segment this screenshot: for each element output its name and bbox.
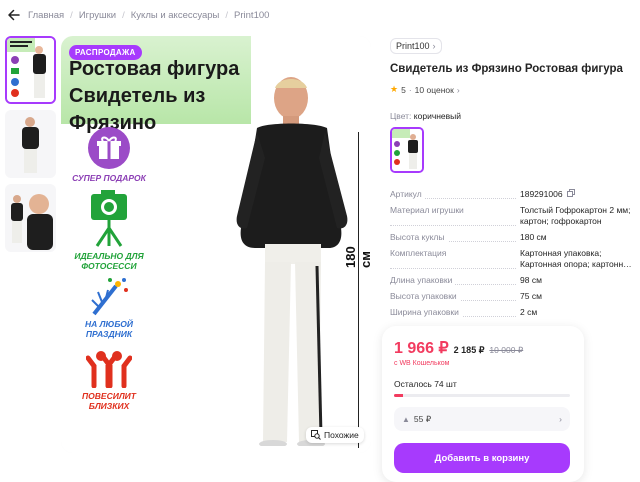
- similar-label: Похожие: [324, 430, 359, 440]
- breadcrumb-separator: /: [122, 9, 125, 21]
- spec-value: 180 см: [520, 232, 547, 243]
- breadcrumb-dolls[interactable]: Куклы и аксессуары: [131, 10, 220, 21]
- thumbnail-list: [5, 36, 57, 258]
- spec-name: Длина упаковки: [390, 275, 520, 286]
- feature-label: ИДЕАЛЬНО ДЛЯ ФОТОСЕССИ: [74, 251, 144, 271]
- stock-bar: [394, 394, 570, 397]
- spec-row-pack-height: Высота упаковки 75 см: [390, 291, 636, 302]
- dots: [390, 268, 516, 270]
- breadcrumb-separator: /: [225, 9, 229, 21]
- spec-name: Материал игрушки: [390, 205, 520, 227]
- chevron-right-icon: ›: [559, 414, 562, 424]
- product-figure-image: [236, 77, 348, 446]
- promo-title-line: Свидетель из: [69, 85, 206, 107]
- people-icon: [86, 351, 132, 388]
- color-value: коричневый: [413, 111, 462, 121]
- height-label: 180 см: [343, 246, 371, 268]
- spec-row-pack-length: Длина упаковки 98 см: [390, 275, 636, 286]
- stock-left: Осталось 74 шт: [394, 379, 457, 389]
- feature-label: НА ЛЮБОЙ ПРАЗДНИК: [85, 319, 133, 339]
- color-label-text: Цвет:: [390, 111, 412, 121]
- chevron-right-icon: ›: [432, 41, 436, 51]
- spec-value: Толстый Гофрокартон 2 мм; картон; гофрок…: [520, 205, 631, 227]
- promo-title-line: Ростовая фигура: [69, 58, 240, 80]
- rating-value: 5: [401, 84, 406, 95]
- feature-gift: СУПЕР ПОДАРОК: [67, 126, 151, 183]
- color-swatch-brown[interactable]: [390, 127, 424, 173]
- chevron-right-icon: ›: [456, 84, 460, 95]
- gift-icon: [88, 127, 130, 169]
- breadcrumb-separator: /: [70, 9, 73, 21]
- spec-name-text: Материал игрушки: [390, 205, 467, 216]
- star-icon: ★: [390, 84, 399, 94]
- sale-badge: РАСПРОДАЖА: [69, 45, 142, 60]
- spec-row-article: Артикул 189291006: [390, 189, 636, 200]
- spec-value: 2 см: [520, 307, 538, 318]
- spec-name-text: Артикул: [390, 189, 425, 199]
- spec-name-text: Высота упаковки: [390, 291, 460, 302]
- price-row: 1 966 ₽ 2 185 ₽ 10 000 ₽: [394, 338, 572, 358]
- feature-label: СУПЕР ПОДАРОК: [72, 173, 146, 183]
- add-to-cart-button[interactable]: Добавить в корзину: [394, 443, 570, 473]
- brand-name: Print100: [396, 41, 430, 51]
- thumbnail-1[interactable]: [5, 36, 56, 104]
- breadcrumb-home[interactable]: Главная: [28, 10, 64, 21]
- breadcrumb-brand[interactable]: Print100: [234, 10, 269, 21]
- camera-icon: [91, 190, 127, 247]
- spec-row-set: Комплектация Картонная упаковка; Картонн…: [390, 248, 636, 270]
- stock-bar-fill: [394, 394, 403, 397]
- wallet-note: с WB Кошельком: [394, 360, 450, 367]
- regular-price: 2 185 ₽: [453, 345, 485, 355]
- spec-name: Комплектация: [390, 248, 520, 270]
- similar-button[interactable]: Похожие: [306, 427, 364, 443]
- spec-name: Высота упаковки: [390, 291, 520, 302]
- product-rating: ★ 5 · 10 оценок ›: [390, 84, 636, 95]
- spec-name-text: Длина упаковки: [390, 275, 456, 286]
- thumbnail-3[interactable]: [5, 184, 56, 252]
- product-info: Print100 › Свидетель из Фрязино Ростовая…: [390, 36, 636, 323]
- rating-separator: ·: [408, 84, 412, 95]
- height-marker: [358, 132, 359, 448]
- breadcrumb: Главная / Игрушки / Куклы и аксессуары /…: [0, 0, 640, 30]
- spec-name: Артикул: [390, 189, 520, 200]
- spec-row-material: Материал игрушки Толстый Гофрокартон 2 м…: [390, 205, 636, 227]
- search-image-icon: [311, 430, 321, 440]
- spec-row-height: Высота куклы 180 см: [390, 232, 636, 243]
- spec-table: Артикул 189291006 Материал игрушки Толст…: [390, 189, 636, 318]
- color-label: Цвет: коричневый: [390, 111, 636, 121]
- main-product-image[interactable]: Ростовая фигура Свидетель из Фрязино РАС…: [61, 36, 371, 453]
- feature-label: ПОВЕСИЛИТ БЛИЗКИХ: [82, 391, 136, 411]
- spec-name-text: Высота куклы: [390, 232, 448, 243]
- spec-row-pack-width: Ширина упаковки 2 см: [390, 307, 636, 318]
- feature-holiday: НА ЛЮБОЙ ПРАЗДНИК: [67, 276, 151, 339]
- installment-left: ▲ 55 ₽: [402, 414, 431, 425]
- product-title: Свидетель из Фрязино Ростовая фигура: [390, 63, 623, 75]
- back-arrow-icon[interactable]: [6, 7, 22, 23]
- feature-photo: ИДЕАЛЬНО ДЛЯ ФОТОСЕССИ: [67, 188, 151, 271]
- reviews-link[interactable]: 10 оценок: [415, 85, 454, 95]
- spec-name-text: Комплектация: [390, 248, 450, 259]
- installment-amount: 55 ₽: [413, 413, 432, 424]
- split-icon: ▲: [402, 414, 410, 424]
- fireworks-icon: [91, 278, 128, 316]
- wallet-price: 1 966 ₽: [394, 340, 449, 357]
- spec-value: Картонная упаковка; Картонная опора; кар…: [520, 248, 632, 270]
- dots: [390, 225, 516, 227]
- spec-value: 75 см: [520, 291, 542, 302]
- spec-name: Высота куклы: [390, 232, 520, 243]
- spec-name: Ширина упаковки: [390, 307, 520, 318]
- spec-value: 98 см: [520, 275, 542, 286]
- brand-link[interactable]: Print100 ›: [390, 38, 442, 54]
- thumbnail-2[interactable]: [5, 110, 56, 178]
- old-price: 10 000 ₽: [489, 345, 524, 355]
- installment-button[interactable]: ▲ 55 ₽ ›: [394, 407, 570, 431]
- spec-value: 189291006: [520, 189, 636, 200]
- article-number: 189291006: [520, 189, 563, 199]
- feature-people: ПОВЕСИЛИТ БЛИЗКИХ: [67, 348, 151, 411]
- spec-name-text: Ширина упаковки: [390, 307, 462, 318]
- copy-icon[interactable]: [566, 189, 575, 200]
- price-card: 1 966 ₽ 2 185 ₽ 10 000 ₽ с WB Кошельком …: [382, 326, 584, 482]
- breadcrumb-toys[interactable]: Игрушки: [79, 10, 116, 21]
